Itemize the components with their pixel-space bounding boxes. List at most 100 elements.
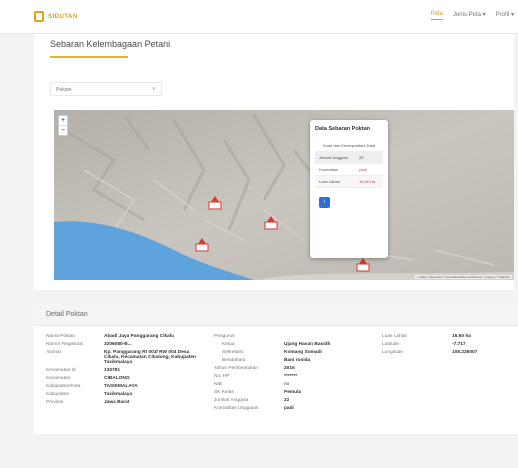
detail-row: Tahun Pembentukan 2016: [214, 366, 374, 371]
detail-row: SK Kelas Pemula: [214, 390, 374, 395]
detail-value: Abadi Jaya Panggarang Cikalu: [104, 334, 175, 339]
detail-key: Ketua: [222, 342, 235, 347]
detail-row: Nomor Registrasi 3206080-B...: [46, 342, 206, 347]
nav-menu: Peta Jenis Peta ▾ Profil ▾: [430, 11, 514, 20]
detail-row: Kecamatan Id 130781: [46, 368, 206, 373]
detail-value: TASIKMALAYA: [104, 384, 138, 389]
marker-layer: [195, 196, 370, 272]
detail-key: Komoditas Unggulan: [214, 406, 259, 411]
map-marker-icon[interactable]: [264, 216, 278, 230]
popup-row-key: Komoditas: [319, 167, 338, 172]
detail-value: Jawa Barat: [104, 400, 130, 405]
zoom-control: + −: [58, 115, 68, 136]
nav-item-profil[interactable]: Profil ▾: [496, 11, 514, 20]
detail-key: NIB: [214, 382, 222, 387]
detail-value: Kp. Panggarang Rt 003/ RW 004 Desa Cikal…: [104, 350, 196, 365]
logo-text: SIDUTAN: [48, 13, 78, 20]
page-title: Sebaran Kelembagaan Petani: [50, 39, 171, 49]
detail-key: Jumlah Anggota: [214, 398, 249, 403]
detail-value: Bani rosida: [284, 358, 311, 363]
detail-row: Longitude 108.226007: [382, 350, 512, 355]
popup-title: Data Sebaran Poktan: [315, 126, 371, 132]
detail-key: Nama Poktan: [46, 334, 76, 339]
detail-row: Komoditas Unggulan padi: [214, 406, 374, 411]
app-logo[interactable]: SIDUTAN: [34, 11, 78, 22]
detail-row: Jumlah Anggota 22: [214, 398, 374, 403]
layer-select[interactable]: Poktan ▾: [50, 82, 162, 96]
detail-key: Bendahara: [222, 358, 246, 363]
map-marker-icon[interactable]: [195, 238, 209, 252]
detail-value: -7.717: [452, 342, 466, 347]
detail-value: 130781: [104, 368, 121, 373]
detail-row: Pengurus: [214, 334, 374, 339]
detail-key: Kabupaten: [46, 392, 70, 397]
detail-row: No. HP *******: [214, 374, 374, 379]
detail-row: Kecamatan CIBALONG: [46, 376, 206, 381]
popup-header-label: Kode dan Kelompoktani Data: [322, 143, 376, 148]
detail-value: Komang Somadi: [284, 350, 322, 355]
detail-key: No. HP: [214, 374, 230, 379]
detail-row: Alamat Kp. Panggarang Rt 003/ RW 004 Desa…: [46, 350, 206, 365]
popup-row-key: Luas Lahan: [319, 179, 340, 184]
nav-item-peta[interactable]: Peta: [430, 11, 443, 20]
detail-key: Sekretaris: [222, 350, 244, 355]
detail-value: Pemula: [284, 390, 302, 395]
detail-key: SK Kelas: [214, 390, 234, 395]
popup-row: Komoditas padi: [315, 164, 383, 176]
detail-column-2: Pengurus Ketua Ujang Hasan Basidh Sekreta…: [214, 334, 374, 414]
popup-row: Jumlah Anggota 22: [315, 152, 383, 164]
detail-value: 22: [284, 398, 290, 403]
popup-header-row: Kode dan Kelompoktani Data: [315, 140, 383, 152]
logo-icon: [34, 11, 44, 22]
detail-key: Luas Lahan: [382, 334, 408, 339]
detail-key: Tahun Pembentukan: [214, 366, 259, 371]
detail-row: Ketua Ujang Hasan Basidh: [214, 342, 374, 347]
info-button[interactable]: i: [319, 197, 330, 208]
popup-row-value: 16.60 Ha: [359, 179, 376, 184]
detail-value: 3206080-B...: [104, 342, 132, 347]
chevron-down-icon: ▾: [152, 86, 155, 92]
detail-value: 2016: [284, 366, 295, 371]
detail-key: Longitude: [382, 350, 404, 355]
detail-row: Provinsi Jawa Barat: [46, 400, 206, 405]
map-marker-icon[interactable]: [208, 196, 222, 210]
detail-row: Latitude -7.717: [382, 342, 512, 347]
detail-value: Tasikmalaya: [104, 392, 133, 397]
detail-value: Ujang Hasan Basidh: [284, 342, 331, 347]
detail-key: Provinsi: [46, 400, 64, 405]
detail-column-1: Nama Poktan Abadi Jaya Panggarang Cikalu …: [46, 334, 206, 408]
top-navbar: SIDUTAN Peta Jenis Peta ▾ Profil ▾: [0, 0, 518, 34]
detail-row: Bendahara Bani rosida: [214, 358, 374, 363]
detail-value: no: [284, 382, 290, 387]
detail-column-3: Luas Lahan 16.60 ha Latitude -7.717 Longit…: [382, 334, 512, 358]
detail-row: Luas Lahan 16.60 ha: [382, 334, 512, 339]
detail-key: Nomor Registrasi: [46, 342, 84, 347]
map-attribution[interactable]: Leaflet | Map data © OpenStreetMap contr…: [415, 275, 512, 279]
detail-value: 108.226007: [452, 350, 478, 355]
popup-row-value: 22: [359, 155, 364, 160]
detail-key: Kabupaten/Kota: [46, 384, 81, 389]
detail-value: 16.60 ha: [452, 334, 471, 339]
detail-key: Latitude: [382, 342, 400, 347]
zoom-in-button[interactable]: +: [59, 116, 67, 125]
detail-key: Kecamatan: [46, 376, 71, 381]
nav-item-jenis-peta[interactable]: Jenis Peta ▾: [453, 11, 486, 20]
detail-row: Kabupaten/Kota TASIKMALAYA: [46, 384, 206, 389]
detail-row: Nama Poktan Abadi Jaya Panggarang Cikalu: [46, 334, 206, 339]
popup-row: Luas Lahan 16.60 Ha: [315, 176, 383, 188]
detail-value: *******: [284, 374, 298, 379]
layer-select-value: Poktan: [56, 87, 72, 93]
detail-header: Detail Poktan: [34, 304, 518, 326]
map-view[interactable]: + − Data Sebaran Poktan Kode dan Kelompo…: [54, 110, 514, 280]
zoom-out-button[interactable]: −: [59, 125, 67, 135]
poktan-popup: Data Sebaran Poktan Kode dan Kelompoktan…: [310, 120, 388, 258]
detail-row: Kabupaten Tasikmalaya: [46, 392, 206, 397]
detail-group-label: Pengurus: [214, 334, 235, 339]
popup-row-value: padi: [359, 167, 367, 172]
detail-card: Detail Poktan Nama Poktan Abadi Jaya Pang…: [34, 304, 518, 434]
detail-value: padi: [284, 406, 294, 411]
title-underline: [50, 56, 128, 58]
detail-key: Kecamatan Id: [46, 368, 76, 373]
map-marker-icon[interactable]: [356, 258, 370, 272]
map-card: Sebaran Kelembagaan Petani Poktan ▾ + − …: [34, 34, 514, 290]
